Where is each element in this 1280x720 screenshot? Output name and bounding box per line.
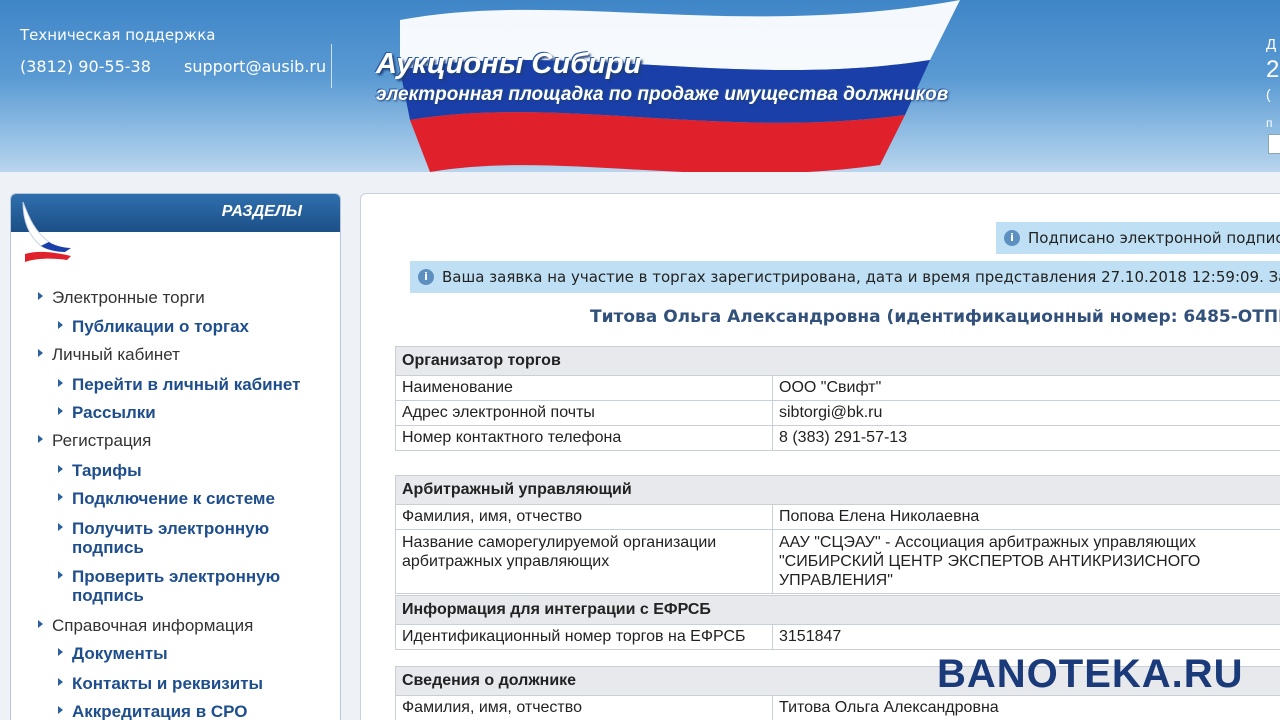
efrsb-integration-table: Информация для интеграции с ЕФРСБ Иденти… xyxy=(395,595,1280,650)
arrow-right-icon xyxy=(58,523,63,531)
table-row: Номер контактного телефона 8 (383) 291-5… xyxy=(395,425,1280,451)
header-right-text-3: ( xyxy=(1266,86,1271,102)
sidebar-item-publications[interactable]: Публикации о торгах xyxy=(58,317,249,336)
sidebar-item-check-signature[interactable]: Проверить электронную xyxy=(58,567,280,586)
sidebar-item-connect[interactable]: Подключение к системе xyxy=(58,489,275,508)
notice-registered: i Ваша заявка на участие в торгах зареги… xyxy=(410,261,1280,293)
header-right-text-1: Д xyxy=(1266,36,1277,53)
sidebar-title: РАЗДЕЛЫ xyxy=(221,203,302,220)
sidebar-item-check-signature-line2[interactable]: подпись xyxy=(72,586,144,605)
brand-title[interactable]: Аукционы Сибири xyxy=(376,48,641,81)
row-label: Название саморегулируемой организации ар… xyxy=(395,529,773,594)
sidebar-item-mailings[interactable]: Рассылки xyxy=(58,403,156,422)
arrow-right-icon xyxy=(38,349,43,357)
support-email[interactable]: support@ausib.ru xyxy=(184,57,326,76)
sidebar-item-registration[interactable]: Регистрация xyxy=(38,431,151,450)
row-label: Наименование xyxy=(395,375,773,401)
sidebar-item-accreditation[interactable]: Аккредитация в СРО xyxy=(58,702,248,720)
header-divider xyxy=(331,44,332,88)
sidebar-item-go-cabinet[interactable]: Перейти в личный кабинет xyxy=(58,375,300,394)
arrow-right-icon xyxy=(58,493,63,501)
arrow-right-icon xyxy=(38,620,43,628)
table-row: Идентификационный номер торгов на ЕФРСБ … xyxy=(395,624,1280,650)
support-phone[interactable]: (3812) 90-55-38 xyxy=(20,57,151,76)
arrow-right-icon xyxy=(58,571,63,579)
header-right-text-2: 2 xyxy=(1266,56,1280,83)
sidebar: РАЗДЕЛЫ xyxy=(10,193,341,720)
organizer-table: Организатор торгов Наименование ООО "Сви… xyxy=(395,346,1280,451)
row-value: 3151847 xyxy=(772,624,1280,650)
arrow-right-icon xyxy=(58,379,63,387)
person-heading: Титова Ольга Александровна (идентификаци… xyxy=(590,307,1280,327)
table-row: Фамилия, имя, отчество Попова Елена Нико… xyxy=(395,504,1280,530)
sidebar-item-tariffs[interactable]: Тарифы xyxy=(58,461,142,480)
arrow-right-icon xyxy=(58,678,63,686)
watermark-text: BANOTEKA.RU xyxy=(937,652,1244,696)
section-title: Организатор торгов xyxy=(395,346,1280,376)
row-value: ООО "Свифт" xyxy=(772,375,1280,401)
row-label: Идентификационный номер торгов на ЕФРСБ xyxy=(395,624,773,650)
sidebar-item-reference[interactable]: Справочная информация xyxy=(38,616,253,635)
sidebar-item-get-signature[interactable]: Получить электронную xyxy=(58,519,269,538)
row-value: 8 (383) 291-57-13 xyxy=(772,425,1280,451)
table-row: Название саморегулируемой организации ар… xyxy=(395,529,1280,594)
row-label: Фамилия, имя, отчество xyxy=(395,504,773,530)
notice-signed: i Подписано электронной подписью xyxy=(996,222,1280,254)
sidebar-item-contacts[interactable]: Контакты и реквизиты xyxy=(58,674,263,693)
site-header: Техническая поддержка (3812) 90-55-38 su… xyxy=(0,0,1280,172)
sidebar-item-electronic-auctions[interactable]: Электронные торги xyxy=(38,288,205,307)
sidebar-item-personal-cabinet[interactable]: Личный кабинет xyxy=(38,345,180,364)
arrow-right-icon xyxy=(58,321,63,329)
arrow-right-icon xyxy=(58,407,63,415)
row-value[interactable]: sibtorgi@bk.ru xyxy=(772,400,1280,426)
arrow-right-icon xyxy=(58,706,63,714)
row-label: Фамилия, имя, отчество xyxy=(395,695,773,720)
sidebar-item-documents[interactable]: Документы xyxy=(58,644,168,663)
header-search-input[interactable] xyxy=(1268,134,1280,154)
header-right-text-4: п xyxy=(1266,116,1273,130)
arrow-right-icon xyxy=(38,292,43,300)
info-icon: i xyxy=(418,269,434,285)
support-title: Техническая поддержка xyxy=(20,26,216,44)
info-icon: i xyxy=(1004,230,1020,246)
arrow-right-icon xyxy=(38,435,43,443)
table-row: Адрес электронной почты sibtorgi@bk.ru xyxy=(395,400,1280,426)
arrow-right-icon xyxy=(58,648,63,656)
row-value: Попова Елена Николаевна xyxy=(772,504,1280,530)
arbitration-manager-table: Арбитражный управляющий Фамилия, имя, от… xyxy=(395,475,1280,594)
table-row: Фамилия, имя, отчество Титова Ольга Алек… xyxy=(395,695,1280,720)
row-label: Номер контактного телефона xyxy=(395,425,773,451)
support-block: Техническая поддержка (3812) 90-55-38 su… xyxy=(20,26,354,76)
row-value: Титова Ольга Александровна xyxy=(772,695,1280,720)
brand-subtitle: электронная площадка по продаже имуществ… xyxy=(376,84,949,105)
table-row: Наименование ООО "Свифт" xyxy=(395,375,1280,401)
section-title: Арбитражный управляющий xyxy=(395,475,1280,505)
flag-logo-icon xyxy=(22,201,71,262)
row-value: ААУ "СЦЭАУ" - Ассоциация арбитражных упр… xyxy=(772,529,1280,594)
arrow-right-icon xyxy=(58,465,63,473)
section-title: Информация для интеграции с ЕФРСБ xyxy=(395,595,1280,625)
sidebar-item-get-signature-line2[interactable]: подпись xyxy=(72,538,144,557)
row-label: Адрес электронной почты xyxy=(395,400,773,426)
